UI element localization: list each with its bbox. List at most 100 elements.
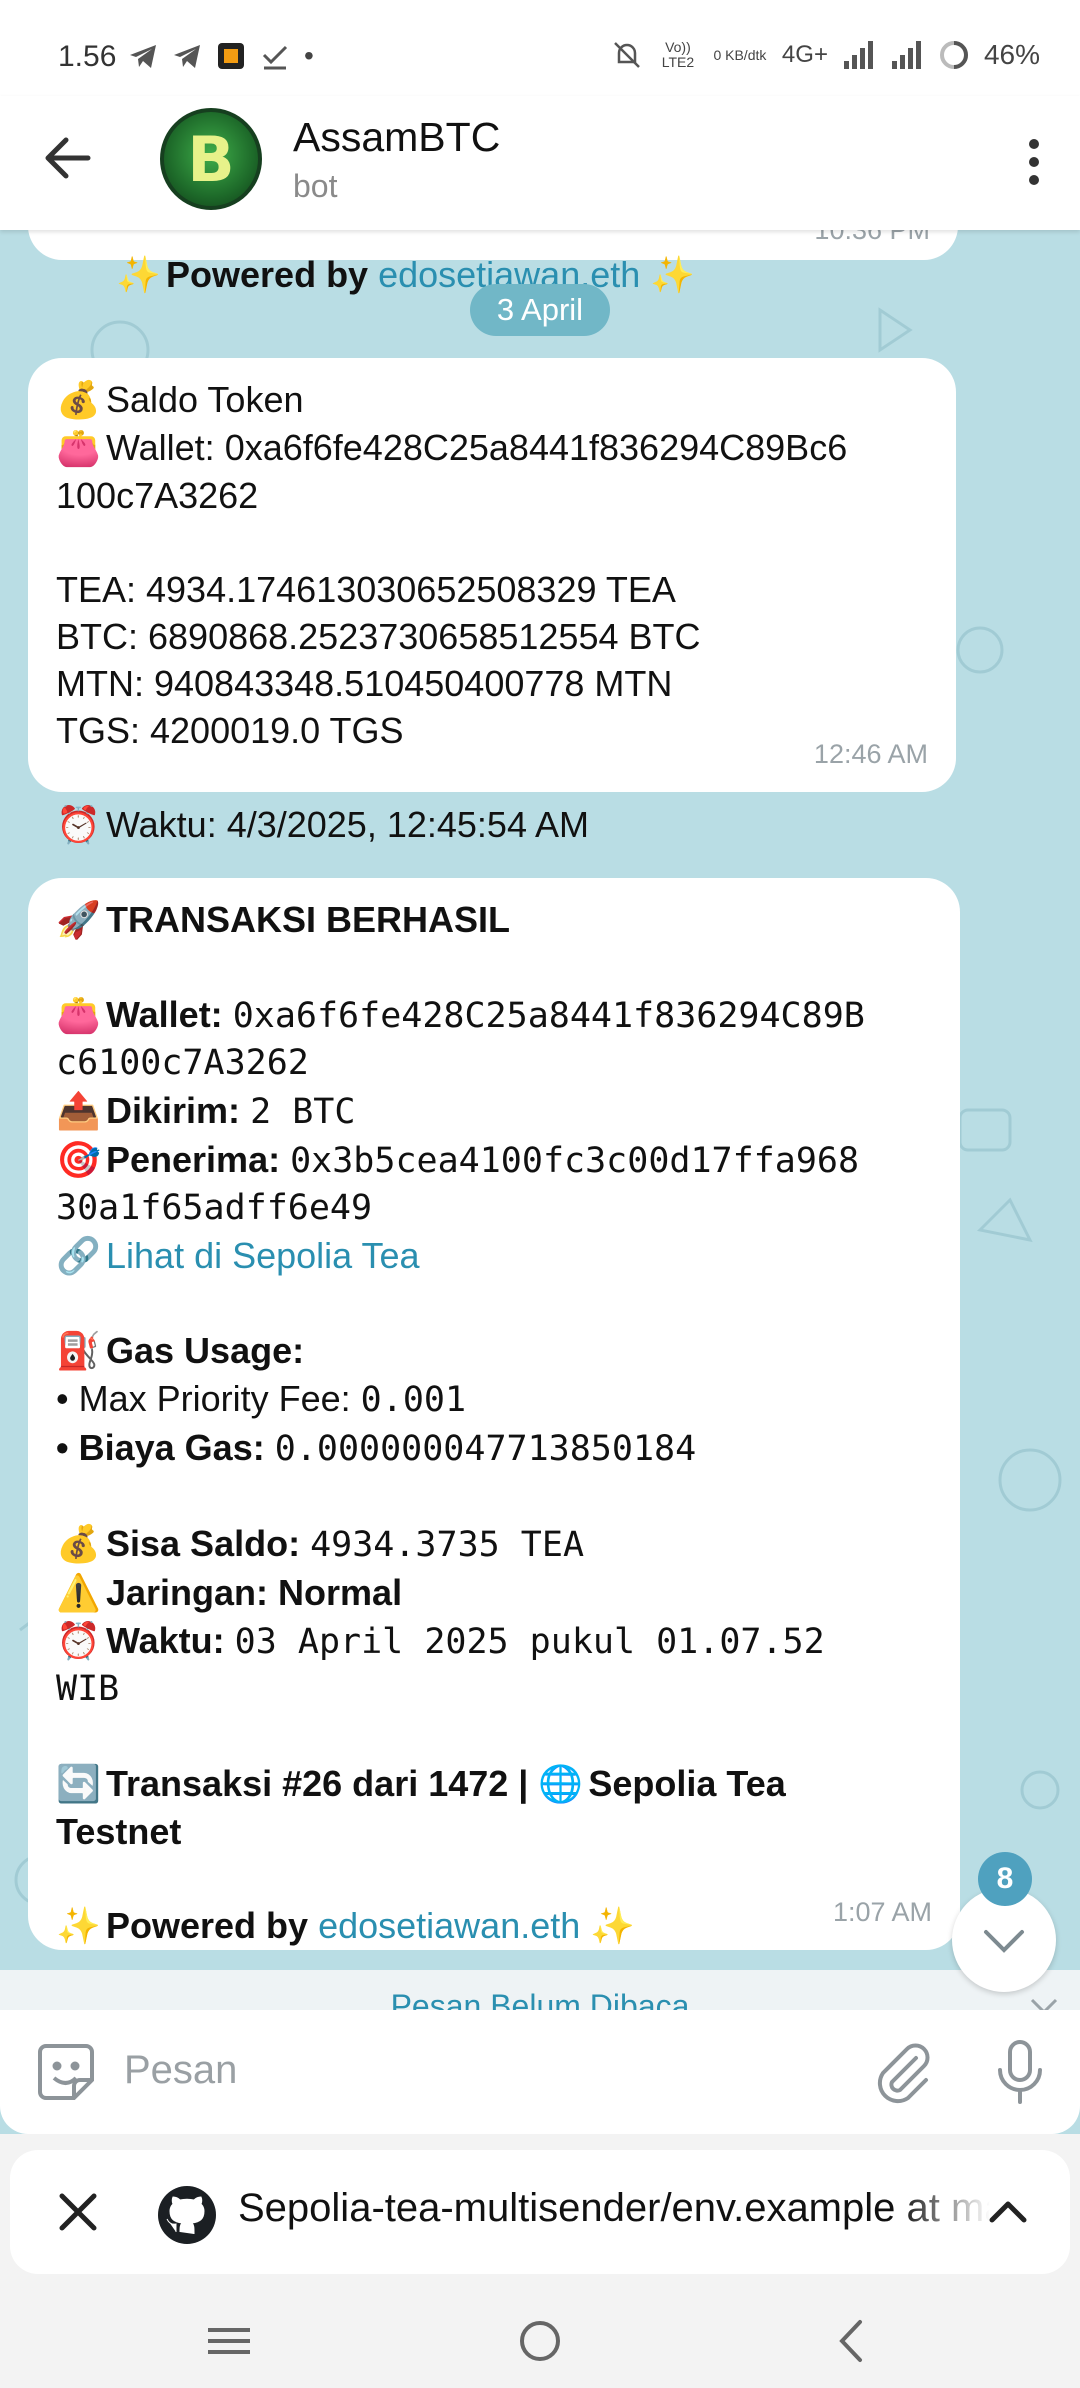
recent-apps-button[interactable]	[194, 2306, 264, 2376]
chat-header: B AssamBTC bot	[0, 96, 1080, 230]
tx-time[interactable]: 03 April 2025 pukul 01.07.52	[235, 1622, 825, 1662]
battery-level: 46%	[983, 39, 1040, 70]
unread-count-badge: 8	[978, 1852, 1032, 1906]
network-status: Jaringan: Normal	[106, 1572, 403, 1613]
purse-icon: 👛	[56, 428, 101, 469]
tx-title: TRANSAKSI BERHASIL	[106, 899, 511, 940]
battery-icon	[939, 41, 968, 69]
message-time: 12:46 AM	[813, 739, 928, 769]
bitcoin-logo-icon: B	[187, 122, 235, 196]
arrow-left-icon	[45, 137, 91, 179]
message-bubble-transaction[interactable]: 🚀 TRANSAKSI BERHASIL 👛 Wallet: 0xa6f6fe428…	[28, 878, 960, 1950]
tx-network: Testnet	[56, 1811, 182, 1852]
tx-time-cont[interactable]: WIB	[56, 1666, 932, 1713]
voice-button[interactable]	[984, 2036, 1056, 2108]
message-time: 1:07 AM	[832, 1897, 932, 1927]
purse-icon: 👛	[56, 995, 101, 1036]
network-type: 4G+	[781, 41, 828, 68]
browser-chip[interactable]: Sepolia-tea-multisender/env.example at m…	[10, 2150, 1070, 2274]
chat-subtitle: bot	[293, 168, 338, 204]
sent-amount[interactable]: 2 BTC	[250, 1092, 355, 1132]
chat-title[interactable]: AssamBTC	[293, 114, 500, 161]
close-chip-button[interactable]	[48, 2182, 108, 2242]
message-input[interactable]	[124, 2048, 824, 2093]
globe-icon: 🌐	[538, 1764, 584, 1805]
remaining-balance[interactable]: 4934.3735 TEA	[310, 1525, 584, 1565]
refresh-icon: 🔄	[56, 1764, 101, 1805]
more-options-button[interactable]	[1012, 130, 1056, 194]
expand-chip-button[interactable]	[980, 2184, 1036, 2240]
signal-icon	[843, 41, 873, 69]
close-icon	[59, 2193, 97, 2231]
balance-title: Saldo Token	[106, 379, 304, 420]
sparkles-icon: ✨	[56, 1906, 101, 1947]
home-icon	[520, 2321, 560, 2361]
money-bag-icon: 💰	[56, 1524, 101, 1565]
mute-icon	[614, 42, 640, 68]
app-notification-icon	[218, 43, 244, 69]
message-bubble-balance[interactable]: 💰 Saldo Token 👛 Wallet: 0xa6f6fe428C25a844…	[28, 358, 956, 846]
message-bubble-previous[interactable]: ✨ Powered by edosetiawan.eth ✨ 10:36 PM	[28, 230, 958, 296]
home-button[interactable]	[505, 2306, 575, 2376]
warning-icon: ⚠️	[56, 1573, 101, 1614]
max-priority-fee[interactable]: 0.001	[361, 1380, 466, 1420]
sticker-icon	[38, 2044, 94, 2100]
back-nav-button[interactable]	[818, 2306, 888, 2376]
wallet-line-cont: 100c7A3262	[56, 475, 259, 516]
status-time: 1.56	[58, 40, 117, 73]
fuel-pump-icon: ⛽	[56, 1331, 101, 1372]
btc-balance: BTC: 6890868.2523730658512554 BTC	[56, 616, 701, 657]
volte-indicator: Vo)) LTE2	[661, 39, 695, 70]
telegram-notification-icon	[130, 45, 156, 68]
author-link[interactable]: edosetiawan.eth	[318, 1905, 580, 1946]
unread-messages-bar[interactable]: Pesan Belum Dibaca	[0, 1970, 1080, 2010]
notification-icons: •	[128, 40, 314, 72]
more-vertical-icon	[1029, 139, 1039, 185]
rocket-icon: 🚀	[56, 900, 101, 941]
wallet-line: Wallet: 0xa6f6fe428C25a8441f836294C89Bc6	[106, 427, 848, 468]
recipient-address[interactable]: 0x3b5cea4100fc3c00d17ffa968	[290, 1141, 859, 1181]
message-input-bar	[0, 2010, 1080, 2134]
menu-icon	[208, 2328, 250, 2354]
target-icon: 🎯	[56, 1140, 101, 1181]
gas-cost[interactable]: 0.000000047713850184	[275, 1429, 696, 1469]
unread-messages-label: Pesan Belum Dibaca	[390, 1988, 690, 2010]
github-icon	[158, 2186, 216, 2244]
wallet-address[interactable]: 0xa6f6fe428C25a8441f836294C89B	[233, 996, 865, 1036]
chevron-up-icon	[989, 2201, 1027, 2223]
balance-time-line: Waktu: 4/3/2025, 12:45:54 AM	[106, 804, 589, 845]
back-button[interactable]	[36, 126, 100, 190]
data-rate: 0 KB/dtk	[713, 46, 767, 63]
close-unread-icon[interactable]	[1024, 1992, 1064, 2010]
checkbox-notification-icon	[262, 45, 288, 70]
outbox-icon: 📤	[56, 1091, 101, 1132]
tea-balance: TEA: 4934.174613030652508329 TEA	[56, 569, 676, 610]
telegram-notification-icon	[174, 45, 200, 68]
tgs-balance: TGS: 4200019.0 TGS	[56, 710, 404, 751]
microphone-icon	[998, 2040, 1042, 2104]
avatar[interactable]: B	[160, 108, 262, 210]
gas-usage-label: Gas Usage:	[106, 1330, 305, 1371]
paperclip-icon	[877, 2043, 930, 2104]
more-notifications-dot-icon: •	[304, 40, 314, 71]
chip-title[interactable]: Sepolia-tea-multisender/env.example at m…	[238, 2186, 990, 2231]
sparkles-icon: ✨	[590, 1906, 636, 1947]
message-time: 10:36 PM	[814, 230, 930, 245]
chevron-left-icon	[839, 2320, 862, 2362]
attach-button[interactable]	[866, 2036, 938, 2108]
chat-area[interactable]: ✨ Powered by edosetiawan.eth ✨ 10:36 PM 3 …	[0, 230, 1080, 1970]
sparkles-icon: ✨	[650, 255, 696, 296]
signal-icon	[891, 41, 921, 69]
link-icon: 🔗	[56, 1236, 101, 1277]
tx-counter: Transaksi #26 dari 1472 |	[106, 1763, 539, 1804]
wallet-address-cont[interactable]: c6100c7A3262	[56, 1040, 932, 1087]
recipient-address-cont[interactable]: 30a1f65adff6e49	[56, 1185, 932, 1232]
emoji-button[interactable]	[30, 2036, 102, 2108]
sparkles-icon: ✨	[116, 255, 161, 296]
mtn-balance: MTN: 940843348.510450400778 MTN	[56, 663, 673, 704]
alarm-clock-icon: ⏰	[56, 1621, 101, 1662]
chevron-down-icon	[984, 1930, 1024, 1953]
explorer-link[interactable]: Lihat di Sepolia Tea	[106, 1235, 420, 1276]
system-navigation-bar	[0, 2290, 1080, 2388]
system-icons: Vo)) LTE2 0 KB/dtk 4G+ 46%	[610, 38, 1040, 72]
